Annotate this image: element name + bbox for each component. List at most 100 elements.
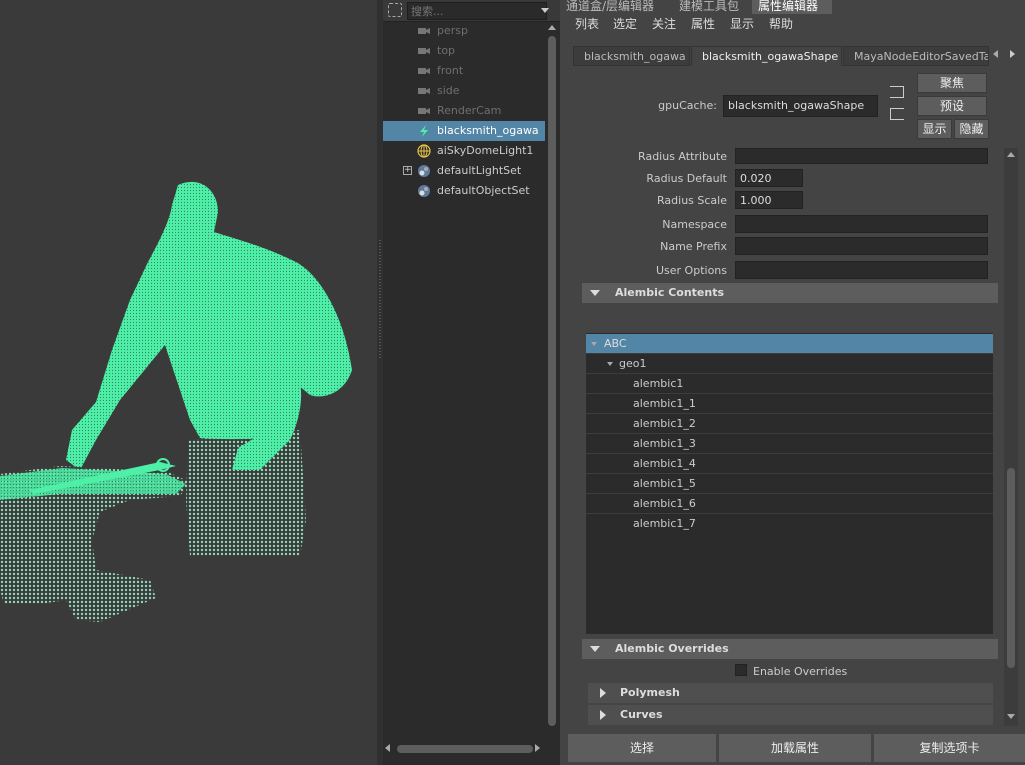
- tree-item-label: ABC: [604, 337, 627, 350]
- outliner-item-label: front: [437, 64, 464, 77]
- scroll-down-arrow-icon[interactable]: [1007, 714, 1015, 719]
- tree-item-alembic[interactable]: alembic1_4: [586, 454, 993, 474]
- outliner-item-blacksmith[interactable]: blacksmith_ogawa: [383, 121, 545, 141]
- collapse-arrow-icon[interactable]: [591, 342, 597, 346]
- menu-list[interactable]: 列表: [575, 15, 599, 32]
- tree-item-label: alembic1_4: [633, 457, 696, 470]
- viewport-3d[interactable]: [0, 0, 377, 765]
- outliner-item-label: defaultObjectSet: [437, 184, 530, 197]
- camera-icon: [417, 24, 431, 38]
- tree-item-label: geo1: [619, 357, 647, 370]
- load-attributes-button[interactable]: 加载属性: [719, 734, 871, 762]
- section-curves[interactable]: Curves: [588, 705, 993, 725]
- outliner-item-top[interactable]: top: [383, 41, 545, 61]
- outliner-item-front[interactable]: front: [383, 61, 545, 81]
- menu-selected[interactable]: 选定: [613, 15, 637, 32]
- tree-item-alembic[interactable]: alembic1_1: [586, 394, 993, 414]
- tree-item-label: alembic1_5: [633, 477, 696, 490]
- outliner-horizontal-scrollbar[interactable]: [383, 742, 545, 756]
- focus-button[interactable]: 聚焦: [917, 73, 987, 93]
- tree-item-label: alembic1_7: [633, 517, 696, 530]
- focus-output-icon[interactable]: [890, 108, 904, 120]
- menu-attributes[interactable]: 属性: [691, 15, 715, 32]
- collapse-arrow-icon[interactable]: [607, 362, 613, 366]
- tree-item-label: alembic1: [633, 377, 684, 390]
- blacksmith-pointcloud-model[interactable]: [0, 0, 377, 765]
- outliner-item-label: blacksmith_ogawa: [437, 124, 539, 137]
- scroll-up-arrow-icon[interactable]: [1007, 152, 1015, 157]
- node-tab-shape[interactable]: blacksmith_ogawaShape: [691, 46, 842, 66]
- radius-attribute-field[interactable]: [735, 148, 988, 164]
- enable-overrides-checkbox[interactable]: [735, 664, 747, 676]
- radius-scale-field[interactable]: 1.000: [735, 191, 803, 209]
- outliner-search-input[interactable]: [407, 2, 547, 20]
- outliner-item-lightset[interactable]: + defaultLightSet: [383, 161, 545, 181]
- outliner-search-bar: [383, 0, 560, 22]
- outliner-item-label: RenderCam: [437, 104, 502, 117]
- radius-default-field[interactable]: 0.020: [735, 169, 803, 187]
- tree-item-alembic[interactable]: alembic1_2: [586, 414, 993, 434]
- section-title: Alembic Contents: [615, 286, 725, 299]
- tab-attribute-editor[interactable]: 属性编辑器: [752, 0, 832, 14]
- tab-modeling-toolkit[interactable]: 建模工具包: [673, 0, 751, 14]
- outliner-item-skydome[interactable]: aiSkyDomeLight1: [383, 141, 545, 161]
- outliner-item-side[interactable]: side: [383, 81, 545, 101]
- name-prefix-field[interactable]: [735, 237, 988, 255]
- tab-scroll-right-icon[interactable]: [1010, 50, 1015, 58]
- section-polymesh[interactable]: Polymesh: [588, 683, 993, 703]
- section-title: Curves: [620, 708, 663, 721]
- user-options-field[interactable]: [735, 261, 988, 279]
- show-button[interactable]: 显示: [917, 119, 952, 139]
- section-alembic-overrides[interactable]: Alembic Overrides: [582, 639, 998, 659]
- outliner-item-persp[interactable]: persp: [383, 21, 545, 41]
- chevron-down-icon[interactable]: [541, 8, 549, 13]
- outliner-item-rendercam[interactable]: RenderCam: [383, 101, 545, 121]
- enable-overrides-label: Enable Overrides: [753, 665, 848, 678]
- node-tab-transform[interactable]: blacksmith_ogawa: [573, 46, 690, 66]
- scrollbar-thumb[interactable]: [397, 745, 533, 753]
- scrollbar-thumb[interactable]: [548, 36, 556, 726]
- set-icon: [417, 184, 431, 198]
- name-prefix-label: Name Prefix: [660, 240, 727, 253]
- node-tab-editor-saved[interactable]: MayaNodeEditorSavedTab: [843, 46, 989, 66]
- select-button[interactable]: 选择: [568, 734, 716, 762]
- scroll-left-arrow-icon[interactable]: [385, 744, 390, 752]
- camera-icon: [417, 84, 431, 98]
- tree-item-alembic[interactable]: alembic1_7: [586, 514, 993, 534]
- expand-plus-icon[interactable]: +: [403, 166, 412, 175]
- namespace-field[interactable]: [735, 215, 988, 233]
- menu-help[interactable]: 帮助: [769, 15, 793, 32]
- radius-attribute-label: Radius Attribute: [638, 150, 727, 163]
- node-name-field[interactable]: blacksmith_ogawaShape: [723, 95, 878, 117]
- tree-item-abc[interactable]: ABC: [586, 334, 993, 354]
- section-title: Alembic Overrides: [615, 642, 729, 655]
- focus-input-icon[interactable]: [890, 86, 904, 98]
- outliner-item-objectset[interactable]: defaultObjectSet: [383, 181, 545, 201]
- tree-item-alembic[interactable]: alembic1_6: [586, 494, 993, 514]
- presets-button[interactable]: 预设: [917, 96, 987, 116]
- tree-item-alembic[interactable]: alembic1_3: [586, 434, 993, 454]
- copy-tab-button[interactable]: 复制选项卡: [874, 734, 1025, 762]
- radius-scale-label: Radius Scale: [657, 194, 727, 207]
- node-type-label: gpuCache:: [658, 99, 717, 112]
- tree-item-alembic[interactable]: alembic1: [586, 374, 993, 394]
- scroll-right-arrow-icon[interactable]: [535, 744, 540, 752]
- hide-button[interactable]: 隐藏: [954, 119, 989, 139]
- attribute-editor-scrollbar[interactable]: [1004, 148, 1018, 726]
- section-alembic-contents[interactable]: Alembic Contents: [582, 283, 998, 303]
- tree-item-geo1[interactable]: geo1: [586, 354, 993, 374]
- camera-icon: [417, 44, 431, 58]
- tree-item-alembic[interactable]: alembic1_5: [586, 474, 993, 494]
- menu-show[interactable]: 显示: [730, 15, 754, 32]
- menu-focus[interactable]: 关注: [652, 15, 676, 32]
- tree-item-label: alembic1_6: [633, 497, 696, 510]
- globe-light-icon: [417, 144, 431, 158]
- tab-channel-box[interactable]: 通道盒/层编辑器: [560, 0, 662, 14]
- tab-scroll-left-icon[interactable]: [993, 50, 998, 58]
- outliner-item-label: side: [437, 84, 460, 97]
- scrollbar-thumb[interactable]: [1007, 468, 1015, 668]
- scroll-up-arrow-icon[interactable]: [548, 25, 556, 30]
- filter-icon[interactable]: [388, 3, 402, 17]
- outliner-vertical-scrollbar[interactable]: [545, 22, 559, 742]
- alembic-tree-view[interactable]: ABC geo1 alembic1 alembic1_1 alembic1_2 …: [586, 333, 993, 634]
